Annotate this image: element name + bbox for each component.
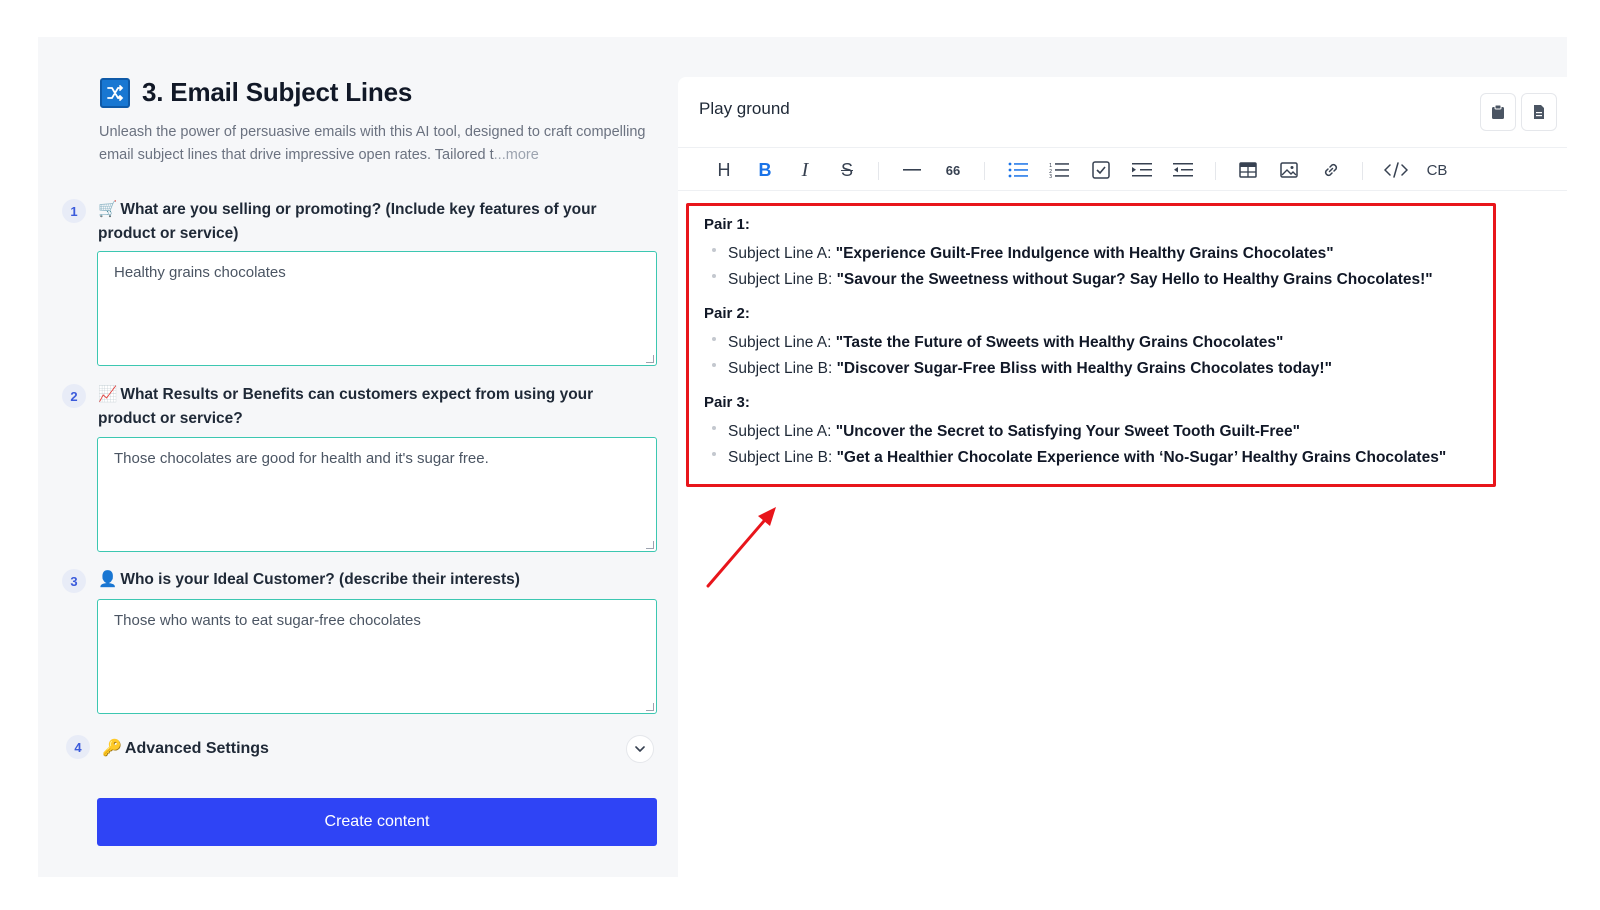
line-value: "Taste the Future of Sweets with Healthy…	[835, 334, 1284, 351]
more-link[interactable]: ...more	[494, 147, 539, 163]
line-value: "Get a Healthier Chocolate Experience wi…	[836, 449, 1447, 466]
pair-block: Pair 1: Subject Line A: "Experience Guil…	[704, 214, 1478, 293]
app-canvas: 3. Email Subject Lines Unleash the power…	[38, 37, 1567, 877]
question-label: 👤 Who is your Ideal Customer? (describe t…	[98, 568, 638, 592]
question-text: What are you selling or promoting? (Incl…	[98, 201, 597, 242]
document-icon[interactable]	[1521, 93, 1557, 131]
chart-icon: 📈	[98, 386, 118, 403]
line-label: Subject Line A:	[728, 245, 836, 262]
pair-title: Pair 1:	[704, 216, 750, 233]
input-value: Healthy grains chocolates	[114, 264, 286, 281]
toolbar-divider	[984, 162, 985, 180]
line-value: "Savour the Sweetness without Sugar? Say…	[836, 271, 1433, 288]
link-icon[interactable]	[1318, 157, 1344, 183]
advanced-settings[interactable]: 4 🔑 Advanced Settings	[66, 735, 654, 765]
list-item: Subject Line B: "Savour the Sweetness wi…	[704, 267, 1478, 293]
line-value: "Discover Sugar-Free Bliss with Healthy …	[836, 360, 1332, 377]
question-text: What Results or Benefits can customers e…	[98, 386, 594, 427]
customer-input[interactable]: Those who wants to eat sugar-free chocol…	[97, 599, 657, 714]
quote-glyph: 66	[945, 162, 961, 178]
generated-output: Pair 1: Subject Line A: "Experience Guil…	[686, 203, 1496, 487]
ordered-list-icon[interactable]: 123	[1046, 157, 1072, 183]
step-number: 1	[62, 199, 86, 223]
svg-text:3: 3	[1049, 174, 1052, 178]
page-title: 3. Email Subject Lines	[142, 77, 413, 107]
list-item: Subject Line A: "Experience Guilt-Free I…	[704, 241, 1478, 267]
form-panel: 3. Email Subject Lines Unleash the power…	[38, 37, 678, 877]
pair-title: Pair 2:	[704, 305, 750, 322]
advanced-label: 🔑 Advanced Settings	[102, 738, 269, 758]
toolbar-divider	[878, 162, 879, 180]
benefits-input[interactable]: Those chocolates are good for health and…	[97, 437, 657, 552]
key-icon: 🔑	[102, 740, 122, 757]
image-icon[interactable]	[1276, 157, 1302, 183]
checkbox-icon[interactable]	[1088, 157, 1114, 183]
step-number: 3	[62, 569, 86, 593]
list-item: Subject Line A: "Taste the Future of Swe…	[704, 330, 1478, 356]
tool-header: 3. Email Subject Lines	[100, 77, 412, 108]
bold-button[interactable]: B	[752, 157, 778, 183]
resize-handle[interactable]	[646, 541, 654, 549]
list-item: Subject Line A: "Uncover the Secret to S…	[704, 419, 1478, 445]
line-label: Subject Line A:	[728, 334, 836, 351]
codeblock-glyph: CB	[1426, 161, 1448, 179]
toolbar-divider	[1362, 162, 1363, 180]
pair-title: Pair 3:	[704, 394, 750, 411]
playground-panel: Play ground H B I S 66 123 CB Pair 1: Su…	[678, 77, 1567, 877]
create-content-button[interactable]: Create content	[97, 798, 657, 846]
bullet-list-icon[interactable]	[1005, 157, 1031, 183]
bold-glyph: B	[758, 159, 772, 180]
step-number: 2	[62, 384, 86, 408]
italic-button[interactable]: I	[792, 157, 818, 183]
line-label: Subject Line B:	[728, 360, 837, 377]
indent-icon[interactable]	[1129, 157, 1155, 183]
outdent-icon[interactable]	[1170, 157, 1196, 183]
question-text: Who is your Ideal Customer? (describe th…	[120, 571, 520, 588]
line-value: "Uncover the Secret to Satisfying Your S…	[835, 423, 1300, 440]
description-text: Unleash the power of persuasive emails w…	[99, 124, 646, 163]
line-label: Subject Line B:	[728, 271, 837, 288]
code-icon[interactable]	[1383, 157, 1409, 183]
annotation-arrow-icon	[706, 507, 776, 588]
list-item: Subject Line B: "Discover Sugar-Free Bli…	[704, 356, 1478, 382]
strike-glyph: S	[840, 159, 853, 180]
horizontal-rule-icon[interactable]	[899, 157, 925, 183]
resize-handle[interactable]	[646, 355, 654, 363]
person-icon: 👤	[98, 571, 118, 588]
table-icon[interactable]	[1235, 157, 1261, 183]
italic-glyph: I	[801, 158, 809, 181]
pair-block: Pair 3: Subject Line A: "Uncover the Sec…	[704, 392, 1478, 471]
step-number: 4	[66, 735, 90, 759]
input-value: Those chocolates are good for health and…	[114, 450, 489, 467]
question-label: 🛒 What are you selling or promoting? (Inc…	[98, 198, 638, 246]
tool-description: Unleash the power of persuasive emails w…	[99, 121, 669, 167]
cart-icon: 🛒	[98, 201, 118, 218]
chevron-down-icon[interactable]	[626, 735, 654, 763]
pair-block: Pair 2: Subject Line A: "Taste the Futur…	[704, 303, 1478, 382]
toolbar-divider	[1215, 162, 1216, 180]
strikethrough-button[interactable]: S	[834, 157, 860, 183]
question-label: 📈 What Results or Benefits can customers …	[98, 383, 638, 431]
clipboard-icon[interactable]	[1480, 93, 1516, 131]
resize-handle[interactable]	[646, 703, 654, 711]
line-value: "Experience Guilt-Free Indulgence with H…	[835, 245, 1334, 262]
line-label: Subject Line B:	[728, 449, 837, 466]
editor-toolbar: H B I S 66 123 CB	[678, 147, 1567, 191]
input-value: Those who wants to eat sugar-free chocol…	[114, 612, 421, 629]
heading-glyph: H	[717, 159, 731, 180]
product-input[interactable]: Healthy grains chocolates	[97, 251, 657, 366]
heading-button[interactable]: H	[711, 157, 737, 183]
blockquote-button[interactable]: 66	[940, 157, 966, 183]
advanced-text: Advanced Settings	[124, 740, 269, 757]
line-label: Subject Line A:	[728, 423, 836, 440]
playground-title: Play ground	[699, 99, 790, 118]
code-block-button[interactable]: CB	[1424, 157, 1450, 183]
shuffle-icon	[100, 77, 130, 108]
list-item: Subject Line B: "Get a Healthier Chocola…	[704, 445, 1478, 471]
